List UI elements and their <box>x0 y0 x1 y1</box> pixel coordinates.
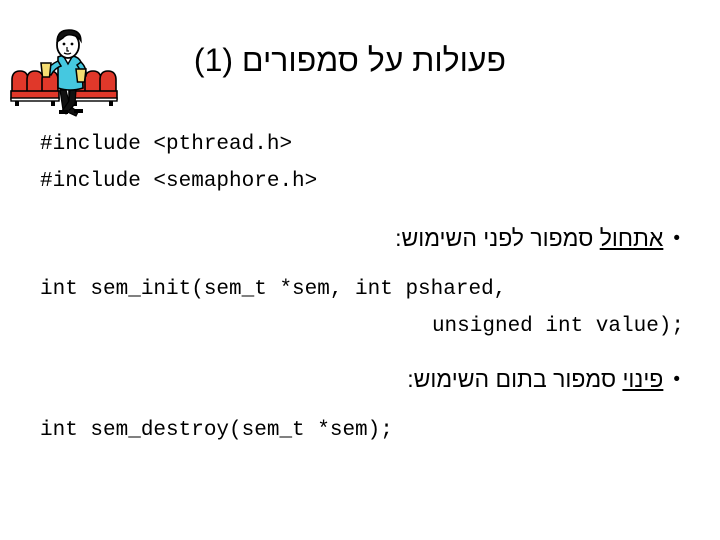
bullet-dot-icon: • <box>673 228 680 249</box>
theater-usher-clipart <box>8 28 128 118</box>
slide-body: #include <pthread.h> #include <semaphore… <box>30 126 690 449</box>
code-sem-destroy-line1: int sem_destroy(sem_t *sem); <box>40 419 393 442</box>
bullet-keyword-destroy: פינוי <box>622 366 664 392</box>
cinema-seats-left <box>10 70 60 106</box>
include-line-pthread: #include <pthread.h> <box>40 133 293 156</box>
bullet-dot-icon: • <box>673 369 680 390</box>
bullet-item-destroy: • פינוי סמפור בתום השימוש: <box>30 359 690 400</box>
slide-title: פעולות על סמפורים (1) <box>193 42 507 78</box>
bullet-item-init: • אתחול סמפור לפני השימוש: <box>30 218 690 259</box>
cup-right <box>75 68 87 83</box>
theater-usher-illustration <box>10 29 118 117</box>
code-sem-init-line1: int sem_init(sem_t *sem, int pshared, <box>40 278 507 301</box>
usher-figure <box>40 29 87 117</box>
code-sem-init-line2: unsigned int value); <box>431 315 684 338</box>
cup-left <box>40 62 52 78</box>
include-line-semaphore: #include <semaphore.h> <box>40 170 318 193</box>
bullet-keyword-init: אתחול <box>599 225 664 251</box>
slide-canvas: פעולות על סמפורים (1) #include <pthread.… <box>0 0 720 540</box>
bullet-text-init: סמפור לפני השימוש: <box>395 225 600 251</box>
bullet-text-destroy: סמפור בתום השימוש: <box>407 366 623 392</box>
